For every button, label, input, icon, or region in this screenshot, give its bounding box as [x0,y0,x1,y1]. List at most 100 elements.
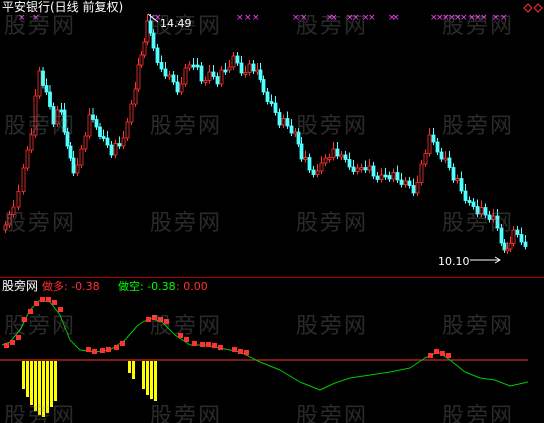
chart-window[interactable]: × × × × × × × × × × × × × × × × × × × × × × × × × × × × 股旁网 股旁网 股旁网… [0,0,544,423]
candle [363,167,368,171]
candle [399,179,404,185]
candle [37,70,42,97]
long-signal-bead [28,309,33,314]
diamond-icon-2[interactable] [533,3,543,13]
candle [435,141,440,153]
signal-line-segment [259,361,281,371]
long-signal-bead [164,319,169,324]
long-signal-bead [178,333,183,338]
candle [293,131,298,135]
signal-line-segment [69,339,81,351]
long-signal-bead [146,317,151,322]
candle [215,76,220,85]
histogram-bar [46,361,49,413]
candle [133,88,138,105]
candle [483,207,488,216]
signal-marker-icon: × [460,13,468,23]
candle [44,85,49,93]
histogram-bar [30,361,33,405]
candle [371,165,376,177]
candle [179,83,184,93]
long-value-label: 做多: -0.38 [42,280,100,293]
candle [258,69,263,80]
candle [423,153,428,165]
long-signal-bead [152,315,157,320]
candle [367,165,372,171]
candle [59,109,64,113]
candle [199,65,204,82]
candle [323,157,328,164]
candle [427,134,432,154]
candle [33,95,38,136]
long-signal-bead [244,350,249,355]
candle [351,166,356,172]
diamond-icon[interactable] [523,3,533,13]
long-signal-bead [34,301,39,306]
signal-line-segment [494,379,511,387]
candle [175,81,180,93]
candle [383,174,388,178]
candle [101,136,106,139]
candle [331,148,336,158]
candle [239,62,244,74]
signal-marker-icon: × [236,13,244,23]
candle [195,64,200,68]
long-signal-bead [4,343,9,348]
candle [419,163,424,183]
signal-marker-icon: × [32,13,40,23]
candle [247,63,252,73]
signal-line-segment [509,381,529,387]
candle [379,174,384,180]
candle [51,106,56,125]
candle [519,234,524,243]
candle [163,68,168,77]
candle [151,32,156,49]
signal-marker-icon: × [300,13,308,23]
signal-marker-icon: × [330,13,338,23]
short-value-label: 做空: -0.38 [118,280,176,293]
candle [207,71,212,81]
low-price-label: 10.10 [438,255,470,268]
histogram-bar [154,361,157,401]
candle [451,167,456,181]
candle [203,80,208,83]
candle [455,178,460,181]
candle [439,151,444,160]
long-signal-bead [238,349,243,354]
candle [68,145,73,159]
candle [91,114,95,120]
long-signal-bead [22,317,27,322]
candle [281,118,286,126]
indicator-name[interactable]: 股旁网 [2,280,38,293]
chart-title: 平安银行(日线 前复权) [2,0,124,14]
long-signal-bead [218,345,223,350]
long-signal-bead [100,348,105,353]
candle [459,178,464,192]
candle [269,101,274,104]
signal-marker-icon: × [244,13,252,23]
price-chart-svg[interactable]: × × ×× × × × × × ×× ×× ×× ×× ×××××× ××× × × [0,0,544,423]
candle [94,119,99,128]
candle [391,172,396,180]
long-signal-bead [446,353,451,358]
candle [311,169,316,175]
signal-line-segment [334,377,351,384]
candle [21,167,26,192]
candle [335,148,340,157]
candle [447,157,452,168]
signal-marker-icon: × [292,13,300,23]
long-signal-bead [212,343,217,348]
candle [25,149,30,169]
candle [261,79,266,93]
candle [7,214,12,226]
candle [79,148,84,166]
candle [499,227,504,244]
candle [415,182,420,194]
candlestick-series [3,14,528,254]
signal-line-segment [479,377,496,381]
candle [375,175,380,180]
candle [211,71,216,77]
candle [479,207,484,215]
candle [443,157,448,161]
candle [117,143,122,147]
